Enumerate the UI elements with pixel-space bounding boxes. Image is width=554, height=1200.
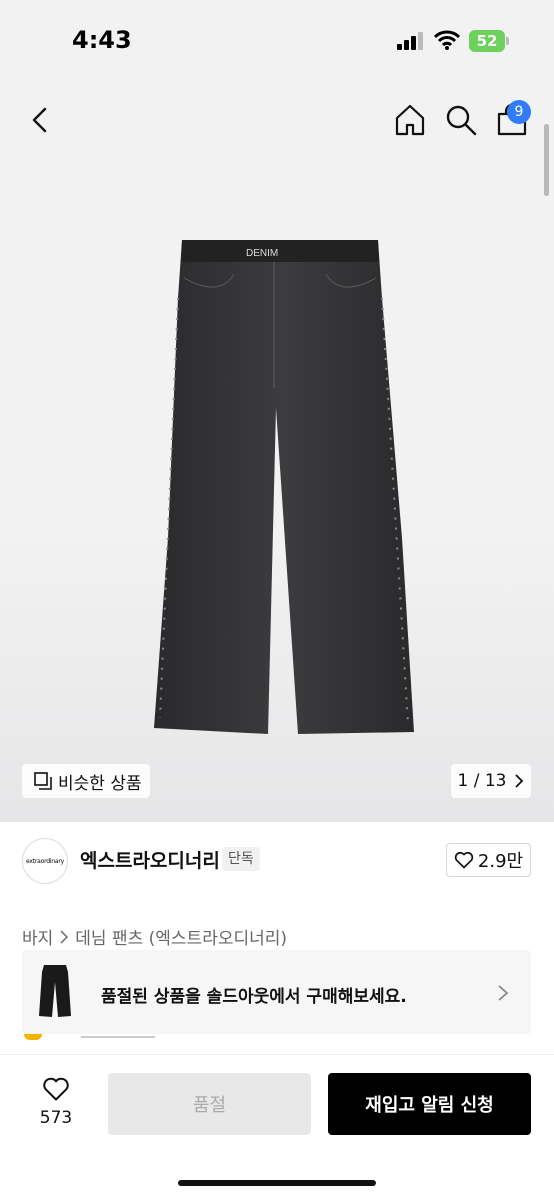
breadcrumb: 바지 데님 팬츠 (엑스트라오디너리) <box>22 924 287 949</box>
exclusive-badge: 단독 <box>222 847 260 871</box>
brand-logo-text: extraordinary <box>25 857 65 865</box>
heart-icon <box>454 851 474 869</box>
status-time: 4:43 <box>72 26 132 54</box>
product-image: DENIM <box>154 240 414 734</box>
home-icon[interactable] <box>394 103 426 137</box>
scrollbar[interactable] <box>544 124 549 196</box>
home-indicator[interactable] <box>178 1180 376 1186</box>
image-pager[interactable]: 1 / 13 <box>451 764 531 798</box>
soldout-button: 품절 <box>108 1073 311 1135</box>
chevron-right-icon <box>60 929 69 944</box>
back-icon[interactable] <box>24 104 56 136</box>
heart-icon <box>43 1077 69 1101</box>
image-pager-text: 1 / 13 <box>457 771 507 791</box>
wishlist-button[interactable] <box>34 1076 78 1106</box>
similar-products-icon <box>34 772 52 790</box>
restock-alert-button[interactable]: 재입고 알림 신청 <box>328 1073 531 1135</box>
breadcrumb-category[interactable]: 바지 <box>22 924 53 949</box>
wishlist-count: 573 <box>39 1108 73 1128</box>
similar-products-label: 비슷한 상품 <box>58 773 142 794</box>
chevron-right-icon <box>498 985 509 1001</box>
star-icon <box>24 1034 42 1040</box>
brand-name[interactable]: 엑스트라오디너리 <box>80 846 220 873</box>
similar-products-button[interactable]: 비슷한 상품 <box>22 764 150 798</box>
brand-like-button[interactable]: 2.9만 <box>446 843 531 877</box>
cart-count-badge: 9 <box>507 100 531 124</box>
chevron-right-icon <box>515 774 524 788</box>
battery-icon: 52 <box>469 30 509 52</box>
divider <box>81 1036 155 1038</box>
soldout-banner-text: 품절된 상품을 솔드아웃에서 구매해보세요. <box>101 987 407 1007</box>
search-icon[interactable] <box>445 104 477 136</box>
breadcrumb-subcategory[interactable]: 데님 팬츠 (엑스트라오디너리) <box>75 924 287 949</box>
brand-logo[interactable]: extraordinary <box>22 838 68 884</box>
battery-level: 52 <box>476 32 498 50</box>
label-denim: DENIM <box>246 248 278 259</box>
wifi-icon <box>434 30 460 50</box>
signal-icon <box>397 32 423 50</box>
brand-like-count: 2.9만 <box>477 851 524 872</box>
soldout-thumbnail <box>39 965 71 1017</box>
